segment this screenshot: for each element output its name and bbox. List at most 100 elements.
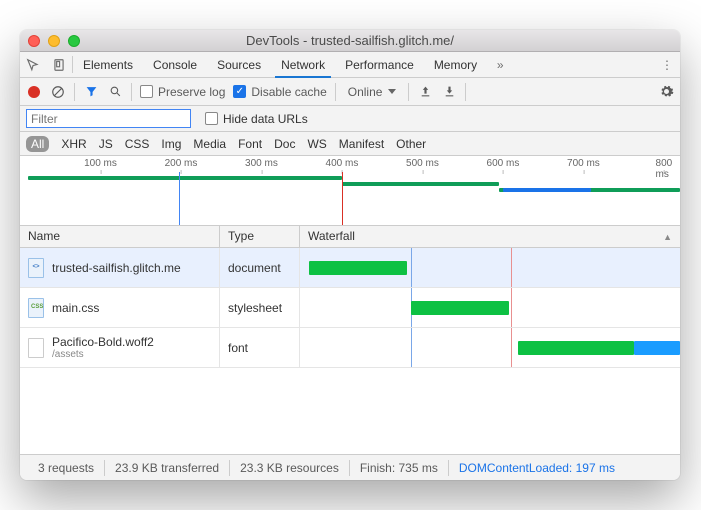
tab-sources[interactable]: Sources: [207, 52, 271, 77]
tick: 300 ms: [245, 158, 278, 169]
table-row[interactable]: <>trusted-sailfish.glitch.medocument: [20, 248, 680, 288]
tick: 500 ms: [406, 158, 439, 169]
sort-indicator-icon: ▲: [663, 232, 672, 242]
cell-waterfall: [300, 328, 680, 367]
tick: 600 ms: [487, 158, 520, 169]
cell-type: stylesheet: [220, 288, 300, 327]
type-manifest[interactable]: Manifest: [339, 137, 384, 151]
clear-icon[interactable]: [50, 84, 66, 100]
cell-type: document: [220, 248, 300, 287]
checkbox-icon[interactable]: [140, 85, 153, 98]
table-row[interactable]: CSSmain.cssstylesheet: [20, 288, 680, 328]
type-ws[interactable]: WS: [307, 137, 326, 151]
col-waterfall[interactable]: Waterfall ▲: [300, 226, 680, 247]
cell-waterfall: [300, 248, 680, 287]
window-controls: [28, 35, 80, 47]
throttle-select[interactable]: Online: [344, 85, 401, 99]
hide-data-urls[interactable]: Hide data URLs: [205, 112, 308, 126]
blank-file-icon: [28, 338, 44, 358]
gear-icon[interactable]: [658, 84, 674, 100]
window-title: DevTools - trusted-sailfish.glitch.me/: [20, 33, 680, 48]
search-icon[interactable]: [107, 84, 123, 100]
timeline-overview[interactable]: 100 ms200 ms300 ms400 ms500 ms600 ms700 …: [20, 156, 680, 226]
more-tabs-icon[interactable]: »: [487, 52, 513, 77]
disable-cache-label: Disable cache: [251, 85, 326, 99]
overview-bar: [503, 188, 592, 192]
timeline-ticks: 100 ms200 ms300 ms400 ms500 ms600 ms700 …: [20, 156, 680, 172]
tab-console[interactable]: Console: [143, 52, 207, 77]
table-header: Name Type Waterfall ▲: [20, 226, 680, 248]
col-name[interactable]: Name: [20, 226, 220, 247]
titlebar: DevTools - trusted-sailfish.glitch.me/: [20, 30, 680, 52]
type-other[interactable]: Other: [396, 137, 426, 151]
devtools-window: DevTools - trusted-sailfish.glitch.me/ E…: [20, 30, 680, 480]
request-name: Pacifico-Bold.woff2/assets: [52, 335, 154, 360]
upload-har-icon[interactable]: [417, 84, 433, 100]
separator: [131, 83, 132, 101]
panel-tabs: ElementsConsoleSourcesNetworkPerformance…: [20, 52, 680, 78]
cell-name: CSSmain.css: [20, 288, 220, 327]
tab-memory[interactable]: Memory: [424, 52, 487, 77]
throttle-value: Online: [348, 85, 383, 99]
table-row[interactable]: Pacifico-Bold.woff2/assets font: [20, 328, 680, 368]
request-name: main.css: [52, 301, 99, 315]
status-bar: 3 requests 23.9 KB transferred 23.3 KB r…: [20, 454, 680, 480]
type-xhr[interactable]: XHR: [61, 137, 86, 151]
type-media[interactable]: Media: [193, 137, 226, 151]
preserve-log[interactable]: Preserve log: [140, 85, 225, 99]
checkbox-icon[interactable]: ✓: [233, 85, 246, 98]
minimize-icon[interactable]: [48, 35, 60, 47]
filter-icon[interactable]: [83, 84, 99, 100]
tick: 700 ms: [567, 158, 600, 169]
filter-bar: Hide data URLs: [20, 106, 680, 132]
type-filter-bar: All XHR JS CSS Img Media Font Doc WS Manifest Othe…: [20, 132, 680, 156]
filter-input[interactable]: [26, 109, 191, 128]
type-css[interactable]: CSS: [125, 137, 150, 151]
checkbox-icon[interactable]: [205, 112, 218, 125]
kebab-menu-icon[interactable]: ⋮: [654, 52, 680, 77]
inspect-icon[interactable]: [20, 52, 46, 77]
zoom-icon[interactable]: [68, 35, 80, 47]
separator: [465, 83, 466, 101]
tab-network[interactable]: Network: [271, 52, 335, 77]
status-resources: 23.3 KB resources: [230, 461, 349, 475]
record-button[interactable]: [26, 84, 42, 100]
tick: 100 ms: [84, 158, 117, 169]
waterfall-marker: [411, 248, 412, 287]
tab-performance[interactable]: Performance: [335, 52, 424, 77]
hide-urls-label: Hide data URLs: [223, 112, 308, 126]
tab-elements[interactable]: Elements: [73, 52, 143, 77]
tick: 200 ms: [165, 158, 198, 169]
type-js[interactable]: JS: [99, 137, 113, 151]
waterfall-bar: [634, 341, 680, 355]
overview-bar: [28, 176, 342, 180]
type-doc[interactable]: Doc: [274, 137, 295, 151]
download-har-icon[interactable]: [441, 84, 457, 100]
overview-marker: [342, 172, 343, 225]
close-icon[interactable]: [28, 35, 40, 47]
disable-cache[interactable]: ✓ Disable cache: [233, 85, 326, 99]
waterfall-bar: [309, 261, 406, 275]
timeline-lanes: [20, 172, 680, 225]
request-name: trusted-sailfish.glitch.me: [52, 261, 181, 275]
waterfall-marker: [511, 328, 512, 367]
type-all[interactable]: All: [26, 136, 49, 152]
waterfall-marker: [511, 288, 512, 327]
type-font[interactable]: Font: [238, 137, 262, 151]
type-img[interactable]: Img: [161, 137, 181, 151]
cell-type: font: [220, 328, 300, 367]
device-toggle-icon[interactable]: [46, 52, 72, 77]
overview-marker: [179, 172, 180, 225]
preserve-log-label: Preserve log: [158, 85, 225, 99]
status-dcl: DOMContentLoaded: 197 ms: [449, 461, 625, 475]
cell-name: <>trusted-sailfish.glitch.me: [20, 248, 220, 287]
status-transferred: 23.9 KB transferred: [105, 461, 229, 475]
cell-waterfall: [300, 288, 680, 327]
waterfall-bar: [411, 301, 508, 315]
empty-space: [20, 368, 680, 454]
waterfall-bar: [518, 341, 634, 355]
separator: [74, 83, 75, 101]
status-finish: Finish: 735 ms: [350, 461, 448, 475]
col-type[interactable]: Type: [220, 226, 300, 247]
chevron-down-icon: [388, 89, 396, 94]
